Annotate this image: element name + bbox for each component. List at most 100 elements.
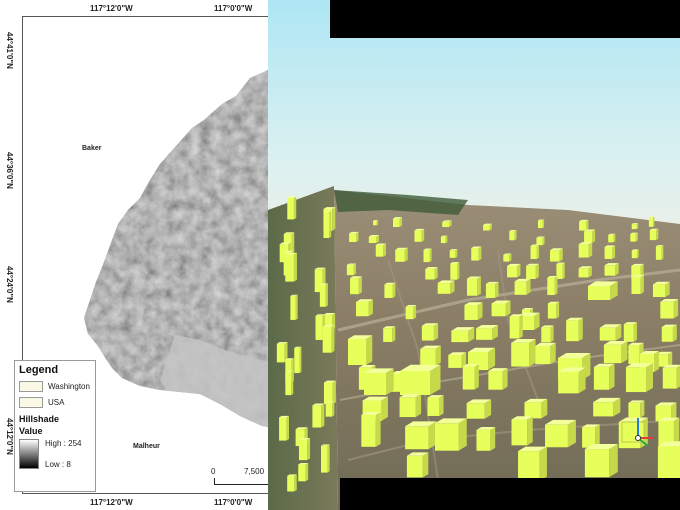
building-block xyxy=(645,362,653,393)
building-block xyxy=(615,263,619,276)
legend-swatch xyxy=(19,397,43,408)
building-block xyxy=(556,301,560,319)
building-block xyxy=(295,294,298,320)
building-block xyxy=(542,236,545,246)
building-block xyxy=(633,322,637,342)
building-block xyxy=(442,221,450,228)
building-block xyxy=(519,314,523,339)
place-label-baker: Baker xyxy=(82,145,102,152)
building-block xyxy=(566,320,579,342)
building-block xyxy=(323,211,330,238)
building-block xyxy=(612,245,616,259)
navigation-gizmo-icon[interactable] xyxy=(618,414,658,450)
building-block xyxy=(562,262,565,279)
building-block xyxy=(440,236,446,244)
building-block xyxy=(386,368,394,395)
building-block xyxy=(439,395,444,416)
building-block xyxy=(502,368,508,390)
building-block xyxy=(537,220,543,229)
coord-top-2: 117°0'0"W xyxy=(214,4,253,13)
building-block xyxy=(429,248,432,263)
building-block xyxy=(399,397,416,418)
coord-bottom-2: 117°0'0"W xyxy=(214,498,253,507)
building-block xyxy=(490,426,496,451)
building-block xyxy=(631,276,641,294)
building-block xyxy=(364,373,386,395)
building-block xyxy=(405,306,414,320)
building-block xyxy=(536,244,540,260)
coord-left-1: 44°41'0"N xyxy=(5,32,14,69)
building-block xyxy=(476,429,491,451)
building-block xyxy=(435,345,441,366)
building-block xyxy=(668,351,673,367)
building-block xyxy=(405,426,429,450)
building-block xyxy=(652,216,655,227)
building-block xyxy=(471,248,479,261)
building-block xyxy=(559,248,563,262)
building-block xyxy=(285,254,294,282)
building-block xyxy=(488,371,503,390)
coord-left-2: 44°36'0"N xyxy=(5,152,14,189)
building-block xyxy=(657,446,680,480)
building-block xyxy=(625,367,646,393)
building-block xyxy=(631,250,637,259)
building-block xyxy=(660,301,674,319)
building-block xyxy=(294,474,297,492)
building-block xyxy=(457,262,460,280)
building-block xyxy=(477,302,483,320)
building-block xyxy=(353,263,356,276)
building-block xyxy=(368,299,373,317)
building-block xyxy=(423,249,430,263)
building-block xyxy=(550,342,556,364)
building-block xyxy=(285,371,292,396)
building-block xyxy=(584,231,593,243)
building-block xyxy=(652,284,666,298)
building-block xyxy=(535,263,539,280)
hillshade-map-panel[interactable]: 117°12'0"W 117°0'0"W 117°12'0"W 117°0'0"… xyxy=(0,0,272,510)
legend-title: Legend xyxy=(19,364,59,376)
building-block xyxy=(415,393,422,418)
building-block xyxy=(567,419,576,448)
building-block xyxy=(356,301,369,317)
letterbox-bottom xyxy=(340,478,680,510)
building-block xyxy=(628,345,640,365)
building-block xyxy=(631,224,637,230)
3d-scene-view[interactable] xyxy=(268,0,680,510)
building-block xyxy=(529,338,536,367)
building-block xyxy=(592,229,596,243)
building-block xyxy=(593,402,614,417)
building-block xyxy=(305,462,309,482)
building-block xyxy=(375,245,384,257)
building-block xyxy=(636,249,639,259)
building-block xyxy=(434,267,438,280)
coord-top-1: 117°12'0"W xyxy=(90,4,133,13)
building-block xyxy=(541,327,551,343)
building-block xyxy=(588,242,593,258)
building-block xyxy=(584,449,610,478)
building-block xyxy=(291,370,294,396)
legend-item-usa: USA xyxy=(19,397,91,408)
building-block xyxy=(535,345,551,364)
building-block xyxy=(286,415,290,441)
building-block xyxy=(350,278,359,295)
building-block xyxy=(312,405,322,428)
building-block xyxy=(477,276,481,296)
building-block xyxy=(478,246,482,261)
building-block xyxy=(603,344,622,364)
building-block xyxy=(648,217,653,227)
building-block xyxy=(558,371,579,394)
building-block xyxy=(448,355,462,368)
building-block xyxy=(507,265,517,278)
building-block xyxy=(427,397,440,416)
building-block xyxy=(542,219,545,229)
building-block xyxy=(373,220,377,226)
building-block xyxy=(406,455,423,478)
building-block xyxy=(425,268,435,280)
building-block xyxy=(449,250,456,258)
building-block xyxy=(294,347,300,374)
map-legend: Legend Washington USA Hillshade Value Hi… xyxy=(14,360,96,492)
building-block xyxy=(539,446,547,482)
scale-zero-label: 0 xyxy=(211,467,216,476)
building-block xyxy=(623,324,634,342)
building-block xyxy=(332,401,335,417)
